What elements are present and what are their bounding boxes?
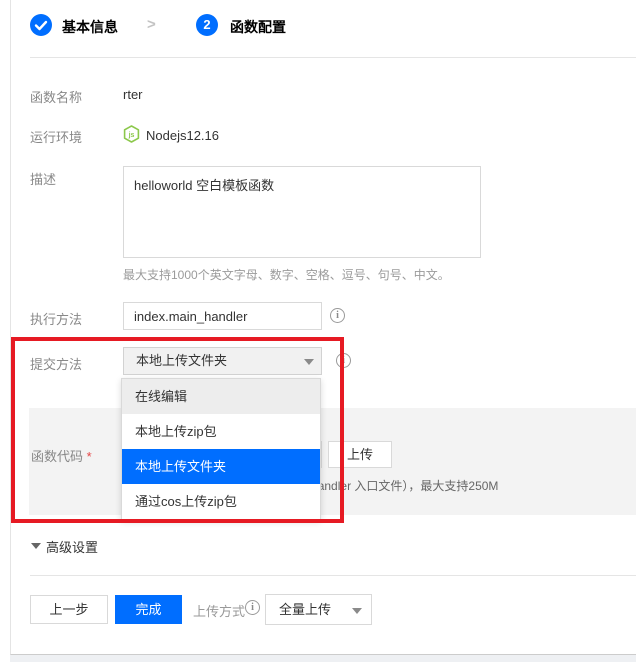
chevron-down-icon <box>352 608 362 614</box>
upload-mode-selected-value: 全量上传 <box>279 602 331 617</box>
check-icon <box>30 14 52 36</box>
function-code-label-text: 函数代码 <box>31 449 83 464</box>
step-separator-chevron-icon: > <box>147 16 156 33</box>
upload-mode-label: 上传方式 <box>193 601 245 620</box>
function-code-label: 函数代码 * <box>31 446 92 465</box>
runtime-label: 运行环境 <box>30 127 82 146</box>
dropdown-option-online-edit[interactable]: 在线编辑 <box>122 379 320 414</box>
previous-step-button[interactable]: 上一步 <box>30 595 108 624</box>
function-name-label: 函数名称 <box>30 87 82 106</box>
step2-number-badge: 2 <box>196 14 218 36</box>
required-asterisk: * <box>87 449 92 464</box>
upload-mode-select[interactable]: 全量上传 <box>265 594 372 625</box>
nodejs-hexagon-icon: js <box>123 125 140 148</box>
submit-method-select[interactable]: 本地上传文件夹 <box>123 347 322 375</box>
svg-text:js: js <box>128 132 135 139</box>
description-textarea[interactable] <box>123 166 481 258</box>
handler-input[interactable] <box>123 302 322 330</box>
submit-method-info-icon[interactable]: i <box>336 353 351 368</box>
step1-done-icon <box>30 14 52 36</box>
upload-button[interactable]: 上传 <box>328 441 392 468</box>
step2-label: 函数配置 <box>230 17 286 37</box>
handler-label: 执行方法 <box>30 309 82 328</box>
submit-method-dropdown: 在线编辑 本地上传zip包 本地上传文件夹 通过cos上传zip包 <box>121 378 321 520</box>
upload-mode-label-text: 上传方式 <box>193 604 245 619</box>
advanced-settings-caret-icon <box>31 543 41 549</box>
submit-method-label: 提交方法 <box>30 354 82 373</box>
description-label: 描述 <box>30 169 56 188</box>
advanced-settings-toggle[interactable]: 高级设置 <box>46 537 98 556</box>
description-hint: 最大支持1000个英文字母、数字、空格、逗号、句号、中文。 <box>123 266 450 283</box>
dropdown-option-local-folder[interactable]: 本地上传文件夹 <box>122 449 320 484</box>
page-background-strip <box>10 655 636 662</box>
finish-button[interactable]: 完成 <box>115 595 182 624</box>
runtime-value: Nodejs12.16 <box>146 128 219 143</box>
dropdown-option-cos-zip[interactable]: 通过cos上传zip包 <box>122 484 320 519</box>
dropdown-option-local-zip[interactable]: 本地上传zip包 <box>122 414 320 449</box>
step1-label: 基本信息 <box>62 17 118 37</box>
wizard-panel <box>10 0 636 655</box>
upload-mode-info-icon[interactable]: i <box>245 600 260 615</box>
header-divider <box>30 57 636 58</box>
function-name-value: rter <box>123 87 143 102</box>
footer-divider <box>30 575 636 576</box>
chevron-down-icon <box>304 359 314 365</box>
handler-info-icon[interactable]: i <box>330 308 345 323</box>
submit-method-selected-value: 本地上传文件夹 <box>136 353 227 368</box>
